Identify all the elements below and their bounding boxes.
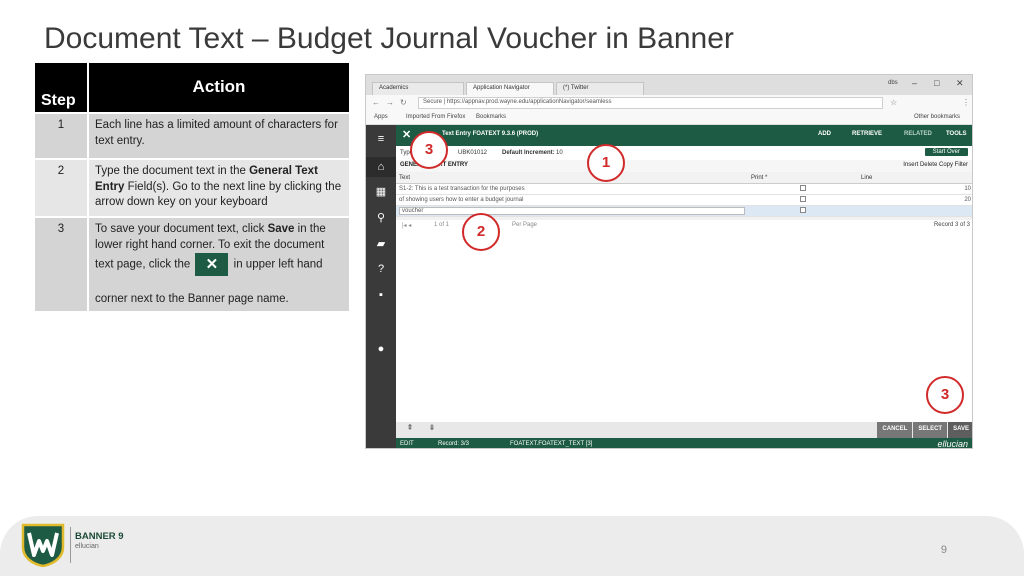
- key-document: UBK01012: [458, 150, 488, 156]
- ellucian-logo-text: ellucian: [75, 543, 99, 550]
- bookmark-item[interactable]: Other bookmarks: [914, 114, 960, 120]
- folder-icon[interactable]: ▰: [366, 237, 396, 250]
- bookmark-item[interactable]: Imported From Firefox: [406, 114, 465, 120]
- slide-footer: [0, 516, 1024, 576]
- minimize-icon[interactable]: –: [912, 78, 917, 88]
- browser-tab[interactable]: (*) Twitter: [556, 82, 644, 95]
- line-cell: [858, 205, 972, 217]
- steps-table: Step Action 1 Each line has a limited am…: [35, 63, 349, 311]
- content-area: [396, 232, 972, 422]
- increment-label: Default Increment:: [502, 150, 555, 156]
- url-field[interactable]: Secure | https://appnav.prod.wayne.edu/a…: [418, 97, 883, 109]
- back-icon[interactable]: ←: [372, 98, 380, 107]
- step-action: To save your document text, click Save i…: [88, 216, 349, 311]
- table-row[interactable]: of showing users how to enter a budget j…: [396, 194, 972, 206]
- section-header: GENERAL TEXT ENTRY Insert Delete Copy Fi…: [396, 160, 972, 172]
- status-field: FOATEXT.FOATEXT_TEXT [3]: [510, 441, 593, 447]
- page-number: 9: [940, 544, 947, 556]
- related-button[interactable]: RELATED: [904, 131, 932, 137]
- column-header: Print *: [748, 173, 858, 184]
- step-header: Step: [35, 63, 89, 113]
- first-page-icon[interactable]: |◂ ◂: [402, 222, 411, 229]
- logo-divider: [70, 527, 71, 563]
- user-icon[interactable]: ●: [366, 343, 396, 355]
- record-count: Record 3 of 3: [933, 222, 970, 228]
- bookmark-item[interactable]: Bookmarks: [476, 114, 506, 120]
- close-page-icon[interactable]: ✕: [402, 128, 411, 141]
- banner-footer-bar: ⇞ ⇟ CANCEL SELECT SAVE: [396, 422, 972, 438]
- lock-icon[interactable]: ▪: [366, 289, 396, 301]
- increment-value: 10: [556, 150, 563, 156]
- select-button[interactable]: SELECT: [913, 422, 948, 438]
- line-cell: 20: [858, 194, 972, 206]
- maximize-icon[interactable]: □: [934, 78, 939, 88]
- ellucian-brand: ellucian: [937, 439, 968, 449]
- print-checkbox[interactable]: [800, 184, 806, 191]
- close-window-icon[interactable]: ✕: [956, 78, 964, 89]
- tools-button[interactable]: TOOLS: [946, 131, 967, 137]
- step-number: 1: [35, 112, 89, 159]
- reload-icon[interactable]: ↻: [400, 98, 407, 107]
- bookmark-item[interactable]: Apps: [374, 114, 388, 120]
- column-header: Text: [396, 173, 748, 184]
- text-grid: Text Print * Line S1-2: This is a test t…: [396, 173, 972, 217]
- slide-title: Document Text – Budget Journal Voucher i…: [44, 22, 734, 55]
- user-label: dbs: [888, 80, 898, 86]
- table-row[interactable]: S1-2: This is a test transaction for the…: [396, 183, 972, 195]
- search-icon[interactable]: ⚲: [366, 211, 396, 224]
- callout-3-save: 3: [926, 376, 964, 414]
- add-button[interactable]: ADD: [818, 131, 831, 137]
- home-icon[interactable]: ⌂: [366, 157, 396, 177]
- key-block: Type UBK01012 Default Increment: 10 Star…: [396, 146, 972, 160]
- help-icon[interactable]: ?: [366, 263, 396, 275]
- page-title: Text Entry FOATEXT 9.3.6 (PROD): [442, 131, 539, 137]
- menu-icon[interactable]: ⋮: [962, 98, 970, 107]
- status-bar: EDIT Record: 3/3 FOATEXT.FOATEXT_TEXT [3…: [396, 438, 972, 449]
- print-checkbox[interactable]: [800, 195, 806, 202]
- retrieve-button[interactable]: RETRIEVE: [852, 131, 882, 137]
- close-x-icon: ✕: [195, 253, 229, 276]
- page-down-icon[interactable]: ⇟: [422, 423, 442, 437]
- banner9-logo-text: BANNER 9: [75, 531, 124, 542]
- step-action: Each line has a limited amount of charac…: [88, 112, 349, 159]
- print-checkbox[interactable]: [800, 206, 806, 213]
- browser-tab-active[interactable]: Application Navigator: [466, 82, 554, 95]
- grid-icon[interactable]: ▦: [366, 185, 396, 198]
- address-bar: ← → ↻ Secure | https://appnav.prod.wayne…: [366, 95, 972, 111]
- callout-2: 2: [462, 213, 500, 251]
- banner-screenshot: Academics Application Navigator (*) Twit…: [365, 74, 973, 449]
- page-indicator: 1 of 1: [434, 222, 450, 228]
- star-icon[interactable]: ☆: [890, 98, 897, 107]
- action-header: Action: [88, 63, 349, 113]
- bookmarks-bar: Apps Imported From Firefox Bookmarks Oth…: [366, 111, 972, 125]
- callout-3-close: 3: [410, 131, 448, 169]
- banner-sidebar: ≡ ⌂ ▦ ⚲ ▰ ? ▪ ●: [366, 125, 396, 448]
- text-input[interactable]: voucher: [399, 206, 745, 215]
- hamburger-icon[interactable]: ≡: [366, 133, 396, 145]
- save-button[interactable]: SAVE: [948, 422, 972, 438]
- line-cell: 10: [858, 183, 972, 195]
- text-cell[interactable]: S1-2: This is a test transaction for the…: [396, 183, 748, 195]
- text-cell[interactable]: of showing users how to enter a budget j…: [396, 194, 748, 206]
- status-record: Record: 3/3: [438, 441, 470, 447]
- step-number: 2: [35, 158, 89, 217]
- forward-icon[interactable]: →: [386, 98, 394, 107]
- per-page-label: Per Page: [512, 222, 538, 228]
- browser-tabbar: Academics Application Navigator (*) Twit…: [366, 75, 972, 95]
- callout-1: 1: [587, 144, 625, 182]
- status-mode: EDIT: [400, 441, 414, 447]
- start-over-button[interactable]: Start Over: [924, 148, 968, 156]
- wayne-state-logo: [21, 523, 65, 567]
- browser-tab[interactable]: Academics: [372, 82, 464, 95]
- banner-app-bar: ✕ Text Entry FOATEXT 9.3.6 (PROD) ADD RE…: [396, 125, 972, 146]
- cancel-button[interactable]: CANCEL: [877, 422, 913, 438]
- section-tools[interactable]: Insert Delete Copy Filter: [903, 162, 968, 168]
- step-action: Type the document text in the General Te…: [88, 158, 349, 217]
- page-up-icon[interactable]: ⇞: [400, 423, 420, 437]
- column-header: Line: [858, 173, 972, 184]
- step-number: 3: [35, 216, 89, 311]
